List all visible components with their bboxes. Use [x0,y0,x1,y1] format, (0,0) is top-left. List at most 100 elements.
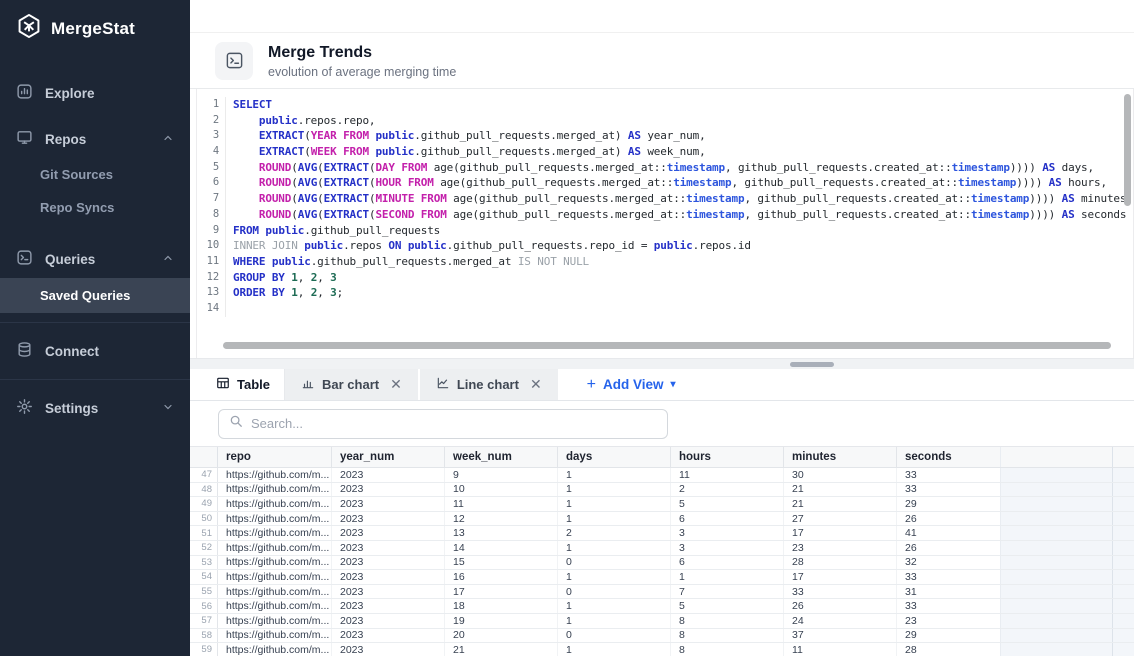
line-number: 5 [197,160,226,176]
code-line[interactable]: 1SELECT [197,97,1133,113]
filler-cell [1000,483,1112,497]
line-number: 9 [197,223,226,239]
hours-cell: 5 [670,599,783,613]
resize-handle[interactable] [790,362,834,367]
table-row[interactable]: 57https://github.com/m...202319182423 [190,614,1134,629]
code-line[interactable]: 4 EXTRACT(WEEK FROM public.github_pull_r… [197,144,1133,160]
days-cell: 1 [557,541,670,555]
table-row[interactable]: 50https://github.com/m...202312162726 [190,512,1134,527]
year-num-cell: 2023 [331,614,444,628]
table-row[interactable]: 59https://github.com/m...202321181128 [190,643,1134,656]
row-index: 58 [190,629,218,643]
code-text: ROUND(AVG(EXTRACT(MINUTE FROM age(github… [226,191,1133,207]
tab-bar-chart[interactable]: Bar chart ✕ [285,369,418,400]
add-view-button[interactable]: + Add View ▾ [573,369,690,400]
line-number: 4 [197,144,226,160]
repo-cell: https://github.com/m... [218,468,331,482]
database-icon [16,341,33,361]
minutes-cell: 37 [783,629,896,643]
line-number: 1 [197,97,226,113]
table-row[interactable]: 52https://github.com/m...202314132326 [190,541,1134,556]
table-row[interactable]: 48https://github.com/m...202310122133 [190,483,1134,498]
results-table: 47https://github.com/m...20239111303348h… [190,468,1134,656]
caret-down-icon: ▾ [671,379,676,390]
sidebar-item-connect[interactable]: Connect [0,332,190,370]
code-line[interactable]: 8 ROUND(AVG(EXTRACT(SECOND FROM age(gith… [197,207,1133,223]
line-number: 13 [197,285,226,301]
week-num-cell: 10 [444,483,557,497]
hours-cell: 8 [670,643,783,656]
tab-table[interactable]: Table [190,369,285,400]
table-row[interactable]: 51https://github.com/m...202313231741 [190,526,1134,541]
code-line[interactable]: 13ORDER BY 1, 2, 3; [197,285,1133,301]
year-num-cell: 2023 [331,526,444,540]
table-icon [216,376,230,393]
table-row[interactable]: 54https://github.com/m...202316111733 [190,570,1134,585]
sidebar-item-saved-queries[interactable]: Saved Queries [0,278,190,313]
column-header-days: days [557,447,670,467]
close-icon[interactable]: ✕ [390,376,402,393]
code-line[interactable]: 11WHERE public.github_pull_requests.merg… [197,254,1133,270]
seconds-cell: 33 [896,570,1000,584]
sidebar-nav: Explore Repos Git Sources Repo Syncs Que… [0,74,190,427]
table-row[interactable]: 55https://github.com/m...202317073331 [190,585,1134,600]
chevron-up-icon[interactable] [162,132,174,147]
tab-line-chart[interactable]: Line chart ✕ [420,369,558,400]
explore-chart-icon [16,83,33,103]
row-index: 56 [190,599,218,613]
sidebar-item-settings[interactable]: Settings [0,389,190,427]
code-line[interactable]: 5 ROUND(AVG(EXTRACT(DAY FROM age(github_… [197,160,1133,176]
filler-cell [1112,585,1134,599]
year-num-cell: 2023 [331,497,444,511]
days-cell: 1 [557,497,670,511]
chevron-up-icon[interactable] [162,252,174,267]
search-box[interactable] [218,409,668,439]
code-line[interactable]: 14 [197,301,1133,317]
week-num-cell: 17 [444,585,557,599]
code-line[interactable]: 9FROM public.github_pull_requests [197,223,1133,239]
code-line[interactable]: 6 ROUND(AVG(EXTRACT(HOUR FROM age(github… [197,175,1133,191]
minutes-cell: 21 [783,483,896,497]
repo-cell: https://github.com/m... [218,585,331,599]
terminal-icon [16,249,33,269]
seconds-cell: 33 [896,599,1000,613]
seconds-cell: 29 [896,497,1000,511]
table-row[interactable]: 53https://github.com/m...202315062832 [190,556,1134,571]
code-line[interactable]: 3 EXTRACT(YEAR FROM public.github_pull_r… [197,128,1133,144]
code-line[interactable]: 12GROUP BY 1, 2, 3 [197,270,1133,286]
query-terminal-icon [215,42,253,80]
chevron-down-icon[interactable] [162,401,174,416]
search-input[interactable] [251,416,657,431]
filler-cell [1000,585,1112,599]
code-line[interactable]: 10INNER JOIN public.repos ON public.gith… [197,238,1133,254]
code-line[interactable]: 7 ROUND(AVG(EXTRACT(MINUTE FROM age(gith… [197,191,1133,207]
week-num-cell: 21 [444,643,557,656]
minutes-cell: 23 [783,541,896,555]
close-icon[interactable]: ✕ [530,376,542,393]
sidebar-item-explore[interactable]: Explore [0,74,190,112]
mergestat-logo[interactable]: MergeStat [0,0,190,56]
repo-cell: https://github.com/m... [218,556,331,570]
filler-cell [1000,497,1112,511]
vertical-scrollbar[interactable] [1124,94,1131,206]
table-row[interactable]: 47https://github.com/m...202391113033 [190,468,1134,483]
sql-editor[interactable]: 1SELECT2 public.repos.repo,3 EXTRACT(YEA… [196,89,1134,358]
sidebar-item-queries[interactable]: Queries [0,240,190,278]
horizontal-scrollbar[interactable] [223,342,1111,349]
table-row[interactable]: 56https://github.com/m...202318152633 [190,599,1134,614]
sidebar-item-repos[interactable]: Repos [0,120,190,158]
index-column-header [190,447,218,467]
days-cell: 2 [557,526,670,540]
code-line[interactable]: 2 public.repos.repo, [197,113,1133,129]
column-header-seconds: seconds [896,447,1000,467]
days-cell: 1 [557,570,670,584]
sidebar-item-git-sources[interactable]: Git Sources [0,158,190,191]
sidebar-item-label: Repos [45,132,86,147]
table-row[interactable]: 49https://github.com/m...202311152129 [190,497,1134,512]
tab-label: Line chart [457,377,519,392]
row-index: 57 [190,614,218,628]
row-index: 53 [190,556,218,570]
sidebar-item-repo-syncs[interactable]: Repo Syncs [0,191,190,224]
table-row[interactable]: 58https://github.com/m...202320083729 [190,629,1134,644]
week-num-cell: 14 [444,541,557,555]
